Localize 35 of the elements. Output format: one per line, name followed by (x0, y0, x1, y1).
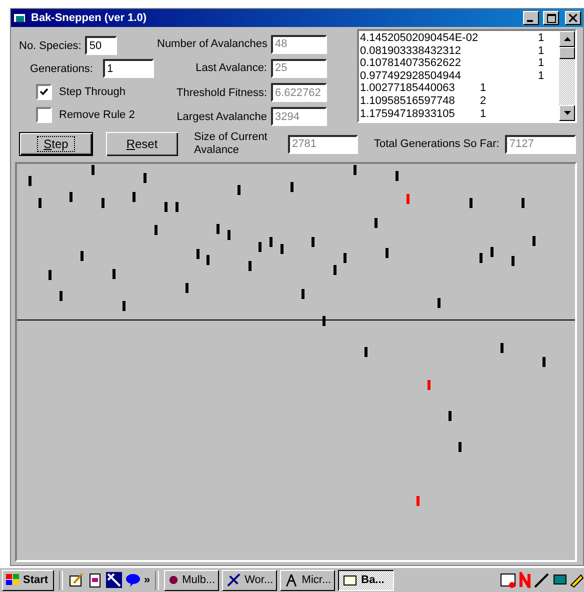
stat-field: 3294 (271, 107, 327, 126)
more-chevron[interactable]: » (144, 574, 150, 586)
list-item[interactable]: 1.10958516597748 2 (360, 94, 559, 108)
stat-field: 48 (271, 34, 327, 54)
list-item[interactable]: 4.14520502090454E-02 1 (360, 32, 559, 45)
stat-label: Largest Avalanche (176, 110, 267, 123)
results-list[interactable]: 4.14520502090454E-02 1 0.081903338432312 1 0.107814073562622 1 0.977492928504944 1 1.00277185440063 1 1.10958516597748 2 1.17594718933105 1 (357, 29, 577, 123)
total-generations-field: 7127 (505, 134, 576, 154)
step-button[interactable]: Step (19, 132, 93, 156)
start-button[interactable]: Start (2, 570, 54, 590)
list-item[interactable]: 1.00277185440063 1 (360, 82, 559, 95)
reset-button[interactable]: Reset (106, 132, 178, 156)
checkbox-label: Step Through (59, 86, 126, 98)
taskbar-button[interactable]: Micr... (280, 570, 336, 590)
list-item[interactable]: 0.977492928504944 1 (360, 70, 559, 82)
generations-field[interactable]: 1 (102, 59, 154, 78)
taskbar-button[interactable]: Wor... (222, 570, 278, 590)
list-item[interactable]: 1.17594718933105 1 (360, 108, 559, 120)
current-avalanche-field: 2781 (288, 134, 358, 154)
stat-field: 6.622762 (271, 83, 327, 102)
stat-field: 25 (271, 58, 327, 78)
list-item[interactable]: 0.081903338432312 1 (360, 44, 559, 58)
list-item[interactable]: 0.107814073562622 1 (360, 57, 559, 70)
stat-label: Last Avalance: (194, 62, 267, 74)
window-title: Bak-Sneppen (ver 1.0) (31, 12, 148, 24)
current-avalanche-label: Size of Current Avalance (194, 131, 268, 157)
total-generations-label: Total Generations So Far: (374, 138, 500, 150)
checkbox-label: Remove Rule 2 (59, 108, 135, 120)
taskbar-button[interactable]: Mulb... (164, 570, 220, 590)
stat-label: Number of Avalanches (157, 38, 267, 50)
species-field[interactable]: 50 (85, 36, 118, 55)
generations-label: Generations: (30, 62, 93, 74)
stat-label: Threshold Fitness: (176, 86, 267, 99)
taskbar-button[interactable]: Ba... (338, 570, 394, 590)
species-label: No. Species: (19, 40, 82, 52)
